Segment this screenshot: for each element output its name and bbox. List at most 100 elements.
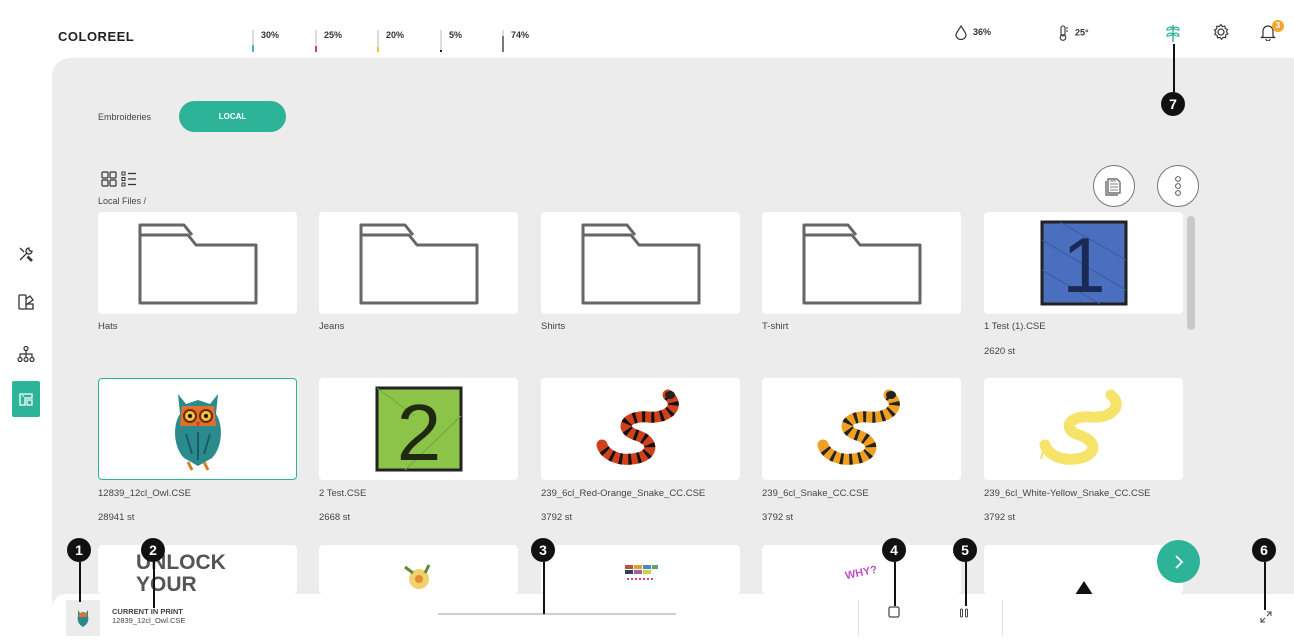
pause-icon[interactable]	[959, 607, 969, 619]
stitch-count: 28941 st	[98, 512, 135, 523]
grid-view-icon[interactable]	[101, 171, 117, 187]
current-print-label: CURRENT IN PRINT	[112, 607, 183, 616]
embroidery-preview-red-snake	[596, 389, 679, 465]
file-tile[interactable]: WHY?	[762, 545, 961, 594]
ink-level-label: 30%	[261, 30, 280, 40]
stitch-count: 3792 st	[762, 512, 794, 523]
embroidery-preview-owl	[174, 394, 221, 471]
callout-1: 1	[67, 538, 91, 562]
breadcrumb-embroideries[interactable]: Embroideries	[98, 112, 151, 122]
folder-icon	[138, 223, 257, 305]
scrollbar-thumb[interactable]	[1187, 216, 1195, 330]
file-tile[interactable]: 2	[319, 378, 518, 480]
file-tile[interactable]	[984, 378, 1183, 480]
file-name: Hats	[98, 321, 118, 332]
folder-tile[interactable]	[98, 212, 297, 314]
divider	[858, 600, 859, 636]
tab-local[interactable]: LOCAL	[179, 101, 286, 132]
temperature-indicator: 25°	[1057, 25, 1089, 41]
stop-icon[interactable]	[888, 606, 900, 618]
current-print-thumbnail[interactable]	[66, 600, 100, 636]
palette-icon	[18, 294, 34, 310]
top-bar: COLOREEL 30% 25% 20% 5% 74% 36% 25° 3	[0, 0, 1294, 58]
next-page-button[interactable]	[1157, 540, 1200, 583]
stitch-count: 2620 st	[984, 346, 1016, 357]
sidebar-item-network[interactable]	[12, 340, 40, 368]
more-vertical-icon	[1175, 176, 1181, 196]
thermometer-icon	[1059, 25, 1068, 41]
folder-tile[interactable]	[762, 212, 961, 314]
sidebar-item-embroidery[interactable]	[12, 381, 40, 417]
callout-5: 5	[953, 538, 977, 562]
file-tile[interactable]	[984, 545, 1183, 594]
stitch-count: 3792 st	[541, 512, 573, 523]
callout-4: 4	[882, 538, 906, 562]
chevron-right-icon	[1174, 554, 1183, 569]
file-name: 1 Test (1).CSE	[984, 321, 1046, 332]
embroidery-preview-black-shape	[1075, 581, 1092, 594]
file-tile[interactable]	[541, 545, 740, 594]
file-name: 2 Test.CSE	[319, 488, 367, 499]
ink-level-label: 74%	[511, 30, 530, 40]
file-tile[interactable]	[541, 378, 740, 480]
embroidery-preview-swatches	[624, 565, 658, 580]
more-options-button[interactable]	[1157, 165, 1199, 207]
folder-icon	[581, 223, 700, 305]
file-name: T-shirt	[762, 321, 789, 332]
ink-level-label: 25%	[324, 30, 343, 40]
folder-icon	[359, 223, 478, 305]
current-print-filename: 12839_12cl_Owl.CSE	[112, 616, 186, 625]
file-name: 239_6cl_White-Yellow_Snake_CC.CSE	[984, 488, 1151, 499]
callout-line	[894, 562, 896, 606]
folder-tile[interactable]	[541, 212, 740, 314]
svg-text:2: 2	[396, 388, 441, 472]
ink-level-label: 5%	[449, 30, 463, 40]
import-files-icon	[1105, 178, 1121, 196]
embroidery-preview-test2: 2	[375, 386, 462, 472]
divider	[1002, 600, 1003, 636]
droplet-icon	[955, 24, 967, 41]
embroidery-preview-orange-snake	[817, 389, 900, 465]
humidity-indicator: 36%	[955, 24, 992, 41]
callout-6: 6	[1252, 538, 1276, 562]
preview-text: WHY?	[844, 563, 879, 583]
file-tile-selected[interactable]	[98, 378, 297, 480]
list-view-icon[interactable]	[121, 171, 137, 187]
plant-icon[interactable]	[1164, 23, 1182, 43]
tools-icon	[19, 247, 33, 262]
sidebar-item-palette[interactable]	[12, 288, 40, 316]
embroidery-machine-icon	[19, 393, 33, 406]
file-tile[interactable]: UNLOCK YOUR	[98, 545, 297, 594]
callout-7: 7	[1161, 92, 1185, 116]
embroidery-preview-yellow-snake	[1039, 389, 1122, 465]
expand-icon[interactable]	[1260, 611, 1272, 623]
callout-3: 3	[531, 538, 555, 562]
file-name: Jeans	[319, 321, 345, 332]
notification-badge: 3	[1272, 20, 1284, 32]
preview-text-line: YOUR	[136, 573, 197, 595]
callout-2: 2	[141, 538, 165, 562]
import-button[interactable]	[1093, 165, 1135, 207]
file-tile[interactable]	[319, 545, 518, 594]
owl-thumbnail-icon	[77, 610, 89, 627]
file-tile[interactable]	[762, 378, 961, 480]
gear-icon[interactable]	[1212, 23, 1230, 41]
callout-line	[1173, 44, 1175, 92]
network-icon	[17, 345, 35, 363]
temperature-value: 25°	[1075, 27, 1089, 38]
print-progress-bar	[438, 613, 676, 615]
callout-line	[79, 562, 81, 602]
humidity-value: 36%	[973, 26, 992, 37]
stitch-count: 2668 st	[319, 512, 351, 523]
embroidery-preview-flower	[403, 564, 430, 589]
ink-level-label: 20%	[386, 30, 405, 40]
print-status-bar	[52, 594, 1294, 641]
file-tile[interactable]: 1	[984, 212, 1183, 314]
embroidery-preview-test1: 1	[1040, 220, 1127, 306]
svg-text:1: 1	[1062, 221, 1105, 306]
folder-tile[interactable]	[319, 212, 518, 314]
sidebar-item-tools[interactable]	[12, 240, 40, 268]
file-name: 12839_12cl_Owl.CSE	[98, 488, 191, 499]
app-logo: COLOREEL	[58, 29, 135, 44]
callout-line	[153, 562, 155, 608]
